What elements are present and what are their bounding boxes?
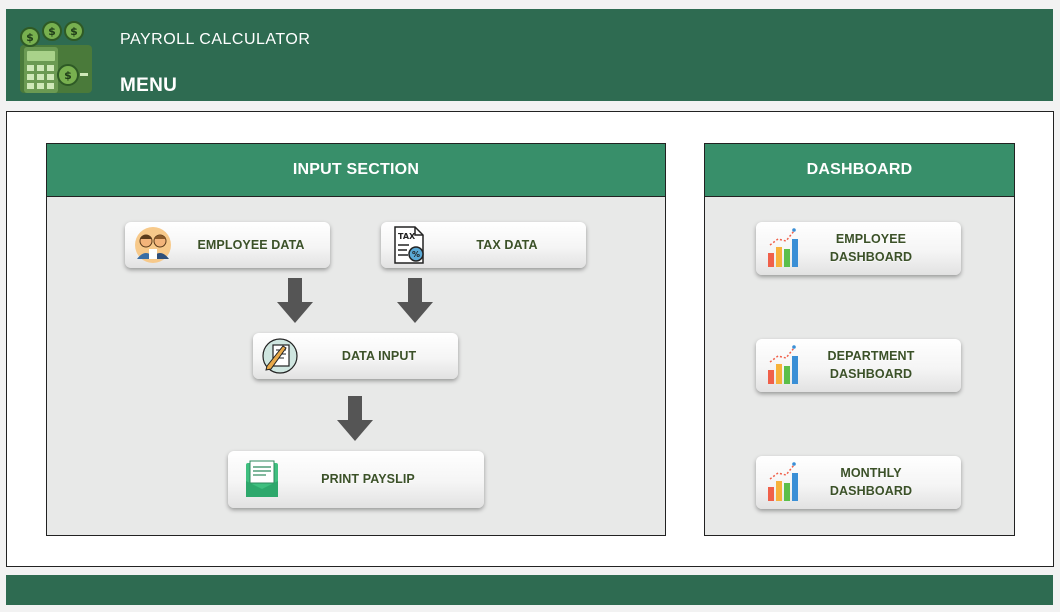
bar-chart-icon — [768, 345, 798, 384]
department-dashboard-label-line1: DEPARTMENT — [827, 349, 915, 363]
dashboard-panel: DASHBOARD EMPLOYEE DASHBOARD DEPARTMENT … — [704, 143, 1015, 536]
page-title: MENU — [120, 75, 178, 96]
print-payslip-button[interactable]: PRINT PAYSLIP — [228, 451, 484, 508]
employees-icon — [135, 227, 171, 263]
svg-text:TAX: TAX — [398, 232, 416, 241]
payroll-calculator-logo-icon: $ $ $ $ — [20, 21, 92, 93]
employee-dashboard-label-line1: EMPLOYEE — [835, 232, 907, 246]
data-input-label: DATA INPUT — [341, 349, 417, 363]
dashboard-title: DASHBOARD — [705, 144, 1014, 197]
employee-dashboard-button[interactable]: EMPLOYEE DASHBOARD — [756, 222, 961, 275]
app-title: PAYROLL CALCULATOR — [120, 31, 311, 48]
svg-text:$: $ — [64, 69, 72, 82]
department-dashboard-label-line2: DASHBOARD — [829, 367, 913, 381]
tax-data-button[interactable]: TAX % TAX DATA — [381, 222, 586, 268]
department-dashboard-button[interactable]: DEPARTMENT DASHBOARD — [756, 339, 961, 392]
employee-dashboard-label-line2: DASHBOARD — [829, 250, 913, 264]
monthly-dashboard-button[interactable]: MONTHLY DASHBOARD — [756, 456, 961, 509]
data-input-button[interactable]: DATA INPUT — [253, 333, 458, 379]
svg-text:$: $ — [26, 31, 34, 44]
monthly-dashboard-label-line2: DASHBOARD — [829, 484, 913, 498]
print-payslip-label: PRINT PAYSLIP — [321, 472, 415, 486]
app-footer — [6, 575, 1053, 605]
menu-content: INPUT SECTION EMPLOYEE DATA TAX % TAX DA… — [6, 111, 1054, 567]
arrow-down-icon — [397, 278, 433, 323]
tax-document-icon: TAX % — [394, 226, 424, 264]
monthly-dashboard-label: MONTHLY DASHBOARD — [806, 464, 936, 500]
payslip-icon — [246, 460, 278, 497]
edit-document-icon — [262, 338, 298, 374]
svg-text:%: % — [412, 250, 420, 259]
input-section-panel: INPUT SECTION EMPLOYEE DATA TAX % TAX DA… — [46, 143, 666, 536]
employee-data-button[interactable]: EMPLOYEE DATA — [125, 222, 330, 268]
svg-text:$: $ — [70, 25, 78, 38]
department-dashboard-label: DEPARTMENT DASHBOARD — [806, 347, 936, 383]
app-header: $ $ $ $ PAYROLL CALCULATOR MENU — [6, 9, 1053, 101]
arrow-down-icon — [277, 278, 313, 323]
employee-dashboard-label: EMPLOYEE DASHBOARD — [806, 230, 936, 266]
monthly-dashboard-label-line1: MONTHLY — [840, 466, 902, 480]
bar-chart-icon — [768, 228, 798, 267]
arrow-down-icon — [337, 396, 373, 441]
employee-data-label: EMPLOYEE DATA — [197, 238, 305, 252]
bar-chart-icon — [768, 462, 798, 501]
svg-text:$: $ — [48, 25, 56, 38]
tax-data-label: TAX DATA — [476, 238, 538, 252]
input-section-title: INPUT SECTION — [47, 144, 665, 197]
